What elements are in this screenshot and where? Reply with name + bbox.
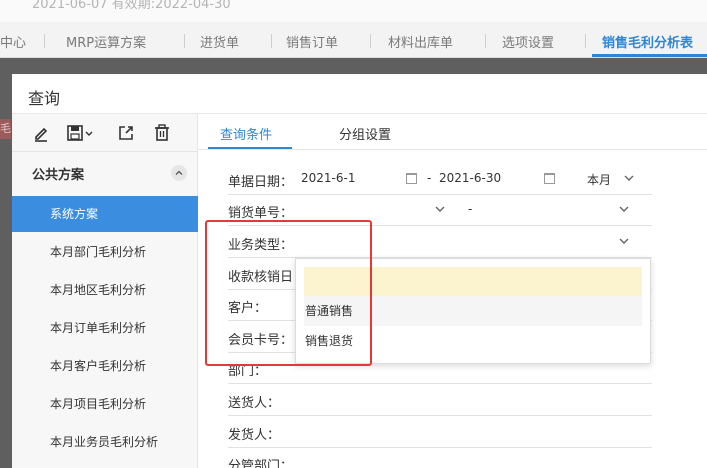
tab-separator	[370, 34, 371, 48]
chevron-down-icon[interactable]	[623, 172, 635, 184]
date-to-input[interactable]: 2021-6-30	[439, 171, 501, 185]
deliverer-row: 送货人：	[228, 385, 652, 416]
scheme-item[interactable]: 本月客户毛利分析	[12, 348, 198, 384]
branch-row: 分管部门：	[228, 448, 652, 468]
tab-separator	[485, 34, 486, 48]
scheme-sidebar: 公共方案 系统方案 本月部门毛利分析 本月地区毛利分析 本月订单毛利分析 本月客…	[12, 114, 198, 468]
chevron-down-icon[interactable]	[618, 235, 630, 247]
tab-center[interactable]: 中心	[0, 32, 26, 51]
scheme-item[interactable]: 本月部门毛利分析	[12, 234, 198, 270]
header-info: 2021-06-07 有效期:2022-04-30	[0, 0, 707, 22]
tab-sales-gross-profit[interactable]: 销售毛利分析表	[602, 32, 693, 51]
scheme-item[interactable]: 本月业务员毛利分析	[12, 424, 198, 460]
deliverer-label: 送货人：	[228, 396, 281, 411]
active-tab-underline	[592, 54, 707, 57]
scheme-item[interactable]: 本月订单毛利分析	[12, 310, 198, 346]
export-icon[interactable]	[115, 122, 137, 144]
chevron-up-icon[interactable]	[171, 165, 187, 181]
scheme-item[interactable]: 本月地区毛利分析	[12, 272, 198, 308]
edit-icon[interactable]	[30, 122, 52, 144]
query-tabs: 查询条件 分组设置	[198, 114, 707, 150]
branch-label: 分管部门：	[228, 459, 294, 468]
save-icon[interactable]	[65, 122, 95, 144]
scheme-toolbar	[12, 114, 198, 152]
chevron-down-icon[interactable]	[618, 203, 630, 215]
chevron-down-icon[interactable]	[434, 203, 446, 215]
tab-material-outbound[interactable]: 材料出库单	[388, 32, 453, 51]
tab-separator	[44, 34, 45, 48]
background-left-mark: 毛	[0, 119, 11, 139]
dialog-title: 查询	[28, 89, 61, 108]
tab-group-settings[interactable]: 分组设置	[339, 124, 391, 143]
tab-separator	[184, 34, 185, 48]
sales-no-label: 销货单号：	[228, 206, 294, 221]
date-row: 单据日期： 2021-6-1 - 2021-6-30 本月	[228, 164, 652, 195]
shipper-label: 发货人：	[228, 428, 281, 443]
tab-options[interactable]: 选项设置	[502, 32, 554, 51]
tab-query-conditions[interactable]: 查询条件	[220, 124, 272, 143]
date-label: 单据日期：	[228, 175, 294, 190]
scheme-item[interactable]: 本月项目毛利分析	[12, 386, 198, 422]
shipper-row: 发货人：	[228, 417, 652, 448]
period-select[interactable]: 本月	[587, 171, 611, 188]
scheme-item-system[interactable]: 系统方案	[12, 196, 198, 232]
sales-no-separator: -	[468, 202, 473, 216]
annotation-highlight-box	[205, 220, 372, 366]
public-scheme-group[interactable]: 公共方案	[12, 160, 198, 186]
tab-mrp-plan[interactable]: MRP运算方案	[66, 32, 146, 51]
app-tab-strip: 中心 MRP运算方案 进货单 销售订单 材料出库单 选项设置 销售毛利分析表	[0, 22, 707, 58]
calendar-icon[interactable]	[406, 173, 417, 184]
dialog-title-bar: 查询	[12, 74, 707, 114]
tab-separator	[585, 34, 586, 48]
active-query-tab-underline	[208, 147, 292, 149]
calendar-icon[interactable]	[544, 173, 555, 184]
delete-icon[interactable]	[151, 122, 173, 144]
tab-purchase-receipt[interactable]: 进货单	[200, 32, 239, 51]
date-range-separator: -	[427, 171, 432, 185]
tab-sales-order[interactable]: 销售订单	[286, 32, 338, 51]
group-label: 公共方案	[32, 168, 85, 183]
tab-separator	[271, 34, 272, 48]
date-from-input[interactable]: 2021-6-1	[301, 171, 355, 185]
